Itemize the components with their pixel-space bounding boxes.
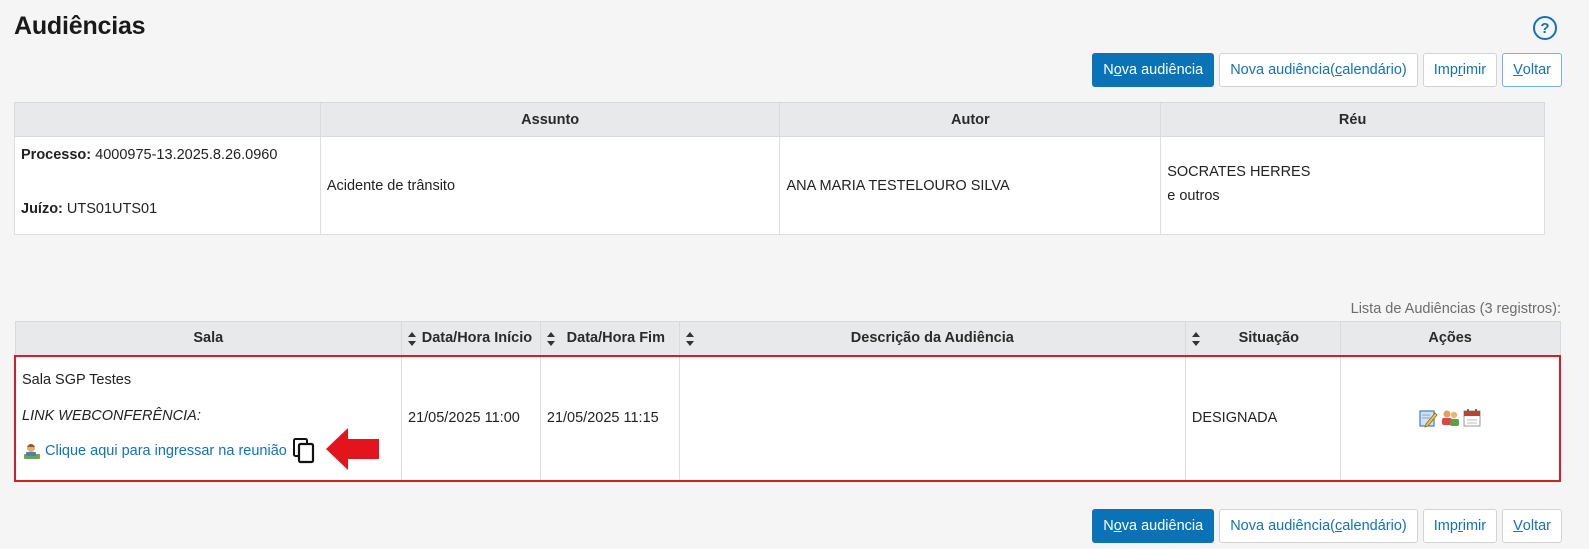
inicio-cell: 21/05/2025 11:00	[401, 354, 541, 482]
help-icon[interactable]: ?	[1533, 16, 1557, 40]
fim-header[interactable]: Data/Hora Fim	[539, 321, 680, 356]
autor-cell: ANA MARIA TESTELOURO SILVA	[779, 136, 1162, 235]
imprimir-button[interactable]: Imp r imir	[1422, 53, 1498, 87]
processo-number: 4000975-13.2025.8.26.0960	[95, 146, 278, 163]
reu-header: Réu	[1160, 102, 1545, 137]
assunto-header: Assunto	[319, 102, 781, 137]
sort-icon[interactable]	[685, 332, 694, 346]
bottom-toolbar: No va audiência Nova audiência(c alendário…	[1092, 509, 1562, 543]
person-icon	[22, 441, 42, 461]
nova-audiencia-button[interactable]: No va audiência	[1092, 53, 1215, 87]
imprimir-button[interactable]: Imp r imir	[1422, 509, 1498, 543]
situacao-cell: DESIGNADA	[1184, 354, 1341, 482]
processo-table: Assunto Autor Réu Processo: 4000975-13.2…	[14, 102, 1545, 235]
juizo-label: Juízo:	[21, 200, 63, 217]
situacao-header[interactable]: Situação	[1184, 321, 1341, 356]
autor-header: Autor	[779, 102, 1162, 137]
voltar-button[interactable]: Voltar	[1502, 509, 1562, 543]
reu-name: SOCRATES HERRES	[1167, 163, 1311, 180]
acoes-header: Ações	[1339, 321, 1561, 356]
copy-icon[interactable]	[292, 438, 316, 464]
nova-audiencia-calendario-button[interactable]: Nova audiência(c alendário)	[1219, 53, 1418, 87]
participants-icon[interactable]	[1440, 408, 1460, 428]
descricao-cell	[678, 354, 1186, 482]
reu-cell: SOCRATES HERRES e outros	[1160, 136, 1545, 235]
voltar-button[interactable]: Voltar	[1502, 53, 1562, 87]
arrow-icon	[326, 428, 379, 470]
edit-icon[interactable]	[1418, 408, 1438, 428]
audiencias-table: Sala Data/Hora Início Data/Hora Fim Desc…	[14, 321, 1561, 482]
join-meeting-link[interactable]: Clique aqui para ingressar na reunião	[45, 443, 287, 459]
sala-name: Sala SGP Testes	[22, 372, 132, 388]
processo-header	[14, 102, 321, 137]
sort-icon[interactable]	[1191, 332, 1200, 346]
calendar-icon[interactable]	[1462, 408, 1482, 428]
assunto-cell: Acidente de trânsito	[319, 136, 781, 235]
nova-audiencia-calendario-button[interactable]: Nova audiência(c alendário)	[1219, 509, 1418, 543]
sort-icon[interactable]	[408, 332, 417, 346]
sort-icon[interactable]	[546, 332, 555, 346]
juizo-value: UTS01UTS01	[66, 200, 158, 217]
fim-cell: 21/05/2025 11:15	[539, 354, 680, 482]
page-title: Audiências	[14, 12, 146, 40]
descricao-header[interactable]: Descrição da Audiência	[678, 321, 1186, 356]
inicio-header[interactable]: Data/Hora Início	[401, 321, 541, 356]
acoes-cell	[1339, 354, 1561, 482]
processo-cell: Processo: 4000975-13.2025.8.26.0960 Juíz…	[14, 136, 321, 235]
audiencias-count: Lista de Audiências (3 registros):	[1350, 301, 1561, 317]
table-row: Sala SGP Testes LINK WEBCONFERÊNCIA: Cli…	[14, 354, 1561, 482]
nova-audiencia-button[interactable]: No va audiência	[1092, 509, 1215, 543]
link-webconferencia-label: LINK WEBCONFERÊNCIA:	[22, 408, 201, 424]
processo-label: Processo:	[21, 146, 92, 163]
reu-extra: e outros	[1167, 187, 1220, 204]
top-toolbar: No va audiência Nova audiência(c alendário…	[1092, 53, 1562, 87]
sala-header: Sala	[14, 321, 403, 356]
